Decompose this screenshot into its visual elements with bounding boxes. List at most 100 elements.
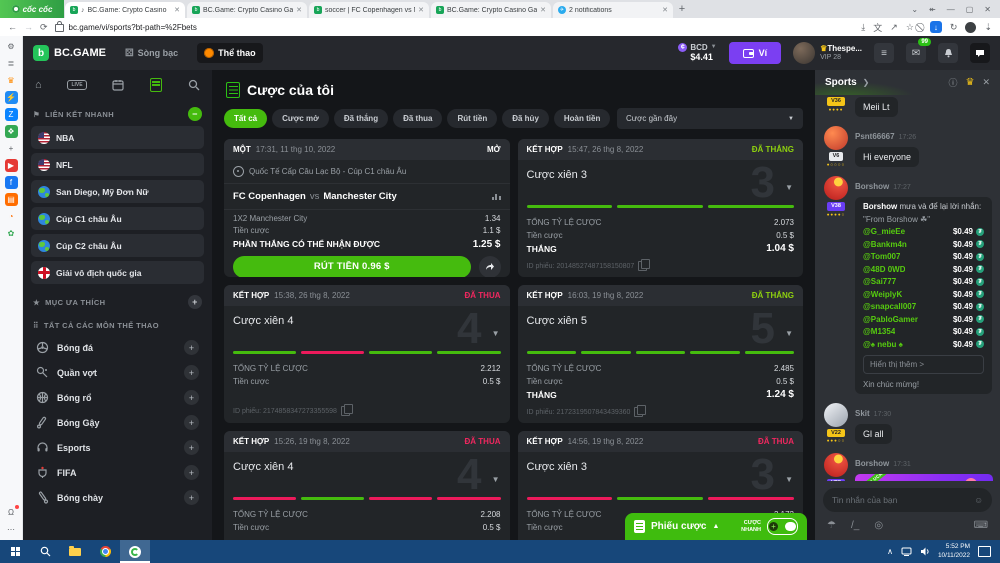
avatar[interactable] <box>824 403 848 427</box>
rail-more-icon[interactable]: ⋯ <box>5 523 18 536</box>
chat-toggle-icon[interactable] <box>970 43 990 63</box>
translate-icon[interactable]: 文 <box>873 21 882 34</box>
tab-close-icon[interactable]: ✕ <box>174 6 180 14</box>
recipient-name[interactable]: @Bankm4n <box>863 240 907 249</box>
expand-sport-button[interactable]: + <box>184 415 199 430</box>
filter-pill[interactable]: Đã thua <box>393 109 442 128</box>
quick-bet-toggle[interactable]: + <box>767 518 798 535</box>
sync-icon[interactable]: ↻ <box>950 22 958 33</box>
mail-icon[interactable]: ✉99 <box>906 43 926 63</box>
filter-pill[interactable]: Đã thắng <box>334 109 388 128</box>
start-button[interactable] <box>0 540 30 563</box>
expand-sport-button[interactable]: + <box>184 440 199 455</box>
tray-expand-icon[interactable]: ∧ <box>887 547 893 556</box>
rail-bell-icon[interactable]: Ω <box>5 506 18 519</box>
volume-icon[interactable] <box>920 547 930 556</box>
recipient-name[interactable]: @48D 0WD <box>863 265 905 274</box>
recipient-name[interactable]: @WeiplyK <box>863 290 902 299</box>
browser-tab[interactable]: b♪BC.Game: Crypto Casino✕ <box>65 2 185 18</box>
sport-item-basketball[interactable]: Bóng rổ+ <box>31 385 204 410</box>
new-tab-button[interactable]: + <box>674 0 690 18</box>
bcgame-logo[interactable]: b BC.GAME <box>33 45 106 61</box>
bet-history-icon[interactable]: ≡ <box>874 43 894 63</box>
recipient-name[interactable]: @snapcall007 <box>863 302 916 311</box>
match-row[interactable]: FC Copenhagen vs Manchester City <box>224 184 510 210</box>
expand-sport-button[interactable]: + <box>184 465 199 480</box>
keyboard-gif-icon[interactable]: ⌨ <box>974 520 988 531</box>
quick-link-item[interactable]: San Diego, Mỹ Đơn Nữ <box>31 180 204 203</box>
expand-caret-icon[interactable]: ▼ <box>785 329 793 338</box>
share-icon[interactable]: ↗ <box>890 22 898 33</box>
filter-pill[interactable]: Tất cả <box>224 109 267 128</box>
filter-pill[interactable]: Đã hủy <box>502 109 549 128</box>
live-icon[interactable]: LIVE <box>67 80 86 90</box>
browser-tab[interactable]: bBC.Game: Crypto Casino Gan✕ <box>431 2 551 18</box>
nav-casino[interactable]: ⚄ Sòng bạc <box>118 43 185 64</box>
maximize-button[interactable]: ▢ <box>966 5 974 14</box>
expand-caret-icon[interactable]: ▼ <box>492 475 500 484</box>
tab-close-icon[interactable]: ✕ <box>540 6 546 14</box>
taskbar-search-icon[interactable] <box>30 540 60 563</box>
sport-item-tennis[interactable]: Quần vợt+ <box>31 360 204 385</box>
tab-audio-icon[interactable]: ♪ <box>81 7 85 14</box>
tab-close-icon[interactable]: ✕ <box>418 6 424 14</box>
zalo-icon[interactable]: Z <box>5 108 18 121</box>
filter-pill[interactable]: Rút tiền <box>447 109 497 128</box>
sport-item-baseball[interactable]: Bóng chày+ <box>31 485 204 510</box>
save-page-icon[interactable]: ⤓ <box>861 22 865 33</box>
coindrops-card[interactable]: GOOD LUCK CoinDrops Good Luck! Grab <box>855 474 993 481</box>
copy-icon[interactable] <box>634 407 643 417</box>
rain-icon[interactable]: ☂ <box>827 520 836 531</box>
shop-icon[interactable]: ▤ <box>5 193 18 206</box>
reload-icon[interactable]: ⟳ <box>40 22 48 33</box>
currency-selector[interactable]: ¢ BCD ▼ $4.41 <box>678 43 716 63</box>
tab-search-icon[interactable]: ⌄ <box>911 5 918 14</box>
file-explorer-icon[interactable] <box>60 540 90 563</box>
network-icon[interactable] <box>901 547 912 556</box>
trophy-icon[interactable]: ♛ <box>965 77 974 88</box>
bell-icon[interactable] <box>938 43 958 63</box>
profile-avatar-icon[interactable] <box>965 22 976 33</box>
commands-icon[interactable]: /_ <box>851 520 859 531</box>
copy-icon[interactable] <box>341 406 350 416</box>
recipient-name[interactable]: @Sai777 <box>863 277 896 286</box>
wallet-button[interactable]: Ví <box>729 42 782 64</box>
show-more-button[interactable]: Hiển thị thêm > <box>863 355 984 374</box>
recipient-name[interactable]: @♠ nebu ♠ <box>863 340 903 349</box>
facebook-icon[interactable]: f <box>5 176 18 189</box>
chat-username[interactable]: Psnt66667 <box>855 132 895 141</box>
home-icon[interactable]: ⌂ <box>35 79 42 91</box>
browser-tab[interactable]: ✈2 notifications✕ <box>553 2 673 18</box>
expand-caret-icon[interactable]: ▼ <box>785 183 793 192</box>
timer-icon[interactable]: ◔ <box>5 210 18 223</box>
sport-item-soccer[interactable]: Bóng đá+ <box>31 335 204 360</box>
quick-link-item[interactable]: NBA <box>31 126 204 149</box>
expand-sport-button[interactable]: + <box>184 365 199 380</box>
avatar[interactable] <box>824 453 848 477</box>
forward-icon[interactable]: → <box>24 22 33 32</box>
recipient-name[interactable]: @PabloGamer <box>863 315 918 324</box>
recipient-name[interactable]: @G_mieEe <box>863 227 905 236</box>
expand-caret-icon[interactable]: ▼ <box>785 475 793 484</box>
expand-sport-button[interactable]: + <box>184 390 199 405</box>
bookmark-star-icon[interactable]: ☆ <box>906 22 914 33</box>
search-icon[interactable] <box>188 79 200 91</box>
chat-username[interactable]: Borshow <box>855 459 889 468</box>
chat-username[interactable]: Borshow <box>855 182 889 191</box>
user-profile[interactable]: ♛Thespe... VIP 28 <box>793 42 862 64</box>
chrome-icon[interactable] <box>90 540 120 563</box>
my-bets-icon[interactable] <box>150 78 162 92</box>
chat-input[interactable]: Tin nhắn của bạn ☺ <box>823 488 992 512</box>
back-to-top-icon[interactable]: ↞ <box>929 5 936 14</box>
avatar[interactable] <box>824 126 848 150</box>
info-icon[interactable]: ⓘ <box>948 76 957 89</box>
cashout-button[interactable]: RÚT TIỀN 0.96 $ <box>233 256 471 278</box>
expand-caret-icon[interactable]: ▼ <box>492 329 500 338</box>
add-icon[interactable]: + <box>5 142 18 155</box>
collapse-quick-links-button[interactable]: − <box>188 107 202 121</box>
settings-icon[interactable]: ⚙ <box>5 40 18 53</box>
action-center-icon[interactable] <box>978 546 991 557</box>
emoji-icon[interactable]: ☺ <box>974 495 983 505</box>
tab-close-icon[interactable]: ✕ <box>296 6 302 14</box>
minimize-button[interactable]: — <box>947 5 955 14</box>
